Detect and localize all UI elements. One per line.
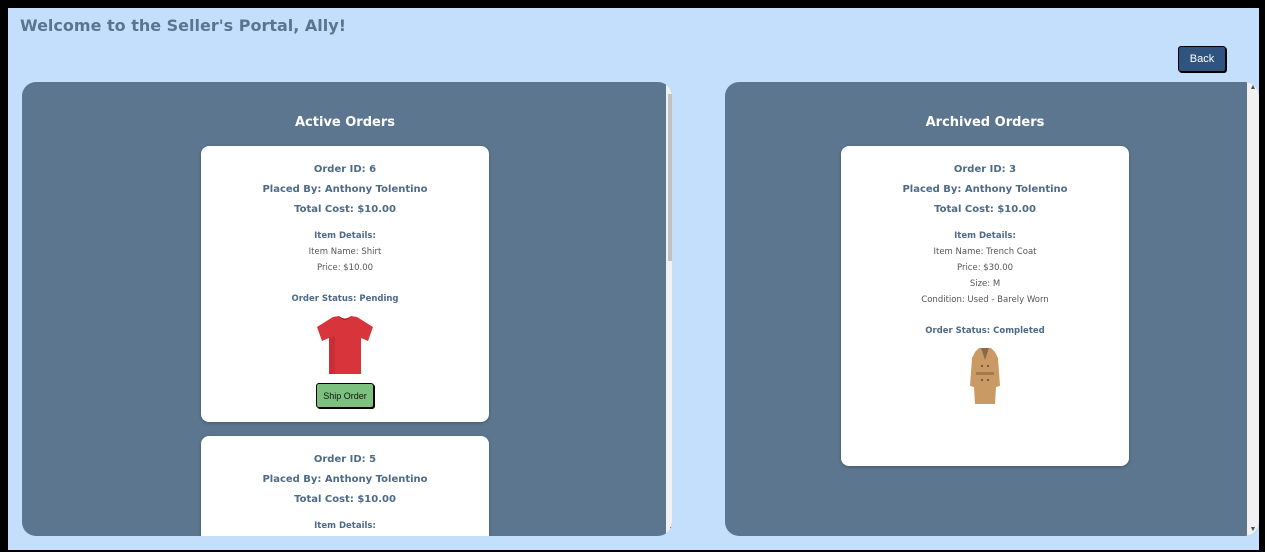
scroll-down-arrow-icon[interactable]: ▼ <box>1247 524 1259 536</box>
ship-order-button[interactable]: Ship Order <box>316 383 374 408</box>
item-price: Price: $30.00 <box>956 263 1014 273</box>
scroll-up-arrow-icon[interactable]: ▲ <box>1247 82 1259 94</box>
order-status: Order Status: Pending <box>291 294 399 304</box>
active-orders-panel[interactable]: Active Orders Order ID: 6 Placed By: Ant… <box>22 82 672 536</box>
order-card: Order ID: 3 Placed By: Anthony Tolentino… <box>841 146 1129 466</box>
archived-orders-title: Archived Orders <box>925 115 1045 130</box>
scrollbar-thumb[interactable] <box>668 94 672 261</box>
order-total: Total Cost: $10.00 <box>294 494 396 505</box>
order-total: Total Cost: $10.00 <box>934 204 1036 215</box>
trench-coat-icon <box>970 348 1000 404</box>
archived-orders-panel[interactable]: Archived Orders Order ID: 3 Placed By: A… <box>725 82 1259 536</box>
order-card: Order ID: 6 Placed By: Anthony Tolentino… <box>201 146 489 422</box>
item-details-heading: Item Details: <box>314 231 376 241</box>
order-placed-by: Placed By: Anthony Tolentino <box>262 474 428 485</box>
order-placed-by: Placed By: Anthony Tolentino <box>262 184 428 195</box>
order-card: Order ID: 5 Placed By: Anthony Tolentino… <box>201 436 489 536</box>
item-details-heading: Item Details: <box>314 521 376 531</box>
item-price: Price: $10.00 <box>316 263 374 273</box>
red-tshirt-icon <box>317 316 373 374</box>
order-id: Order ID: 3 <box>953 164 1017 175</box>
item-size: Size: M <box>969 279 1001 289</box>
order-total: Total Cost: $10.00 <box>294 204 396 215</box>
scrollbar-track[interactable] <box>1249 94 1257 524</box>
scroll-up-arrow-icon[interactable]: ▲ <box>666 82 672 94</box>
item-details-heading: Item Details: <box>954 231 1016 241</box>
active-orders-scrollbar[interactable]: ▲ ▼ <box>666 82 672 536</box>
active-orders-title: Active Orders <box>295 115 395 130</box>
seller-portal: Welcome to the Seller's Portal, Ally! Ba… <box>8 8 1259 550</box>
welcome-heading: Welcome to the Seller's Portal, Ally! <box>20 16 346 35</box>
back-button[interactable]: Back <box>1178 46 1226 72</box>
item-condition: Condition: Used - Barely Worn <box>921 295 1049 305</box>
order-id: Order ID: 6 <box>313 164 377 175</box>
item-name: Item Name: Shirt <box>308 247 382 257</box>
order-placed-by: Placed By: Anthony Tolentino <box>902 184 1068 195</box>
order-status: Order Status: Completed <box>925 326 1045 336</box>
archived-orders-scrollbar[interactable]: ▲ ▼ <box>1247 82 1259 536</box>
scroll-down-arrow-icon[interactable]: ▼ <box>666 524 672 536</box>
order-id: Order ID: 5 <box>313 454 377 465</box>
item-name: Item Name: Trench Coat <box>933 247 1037 257</box>
